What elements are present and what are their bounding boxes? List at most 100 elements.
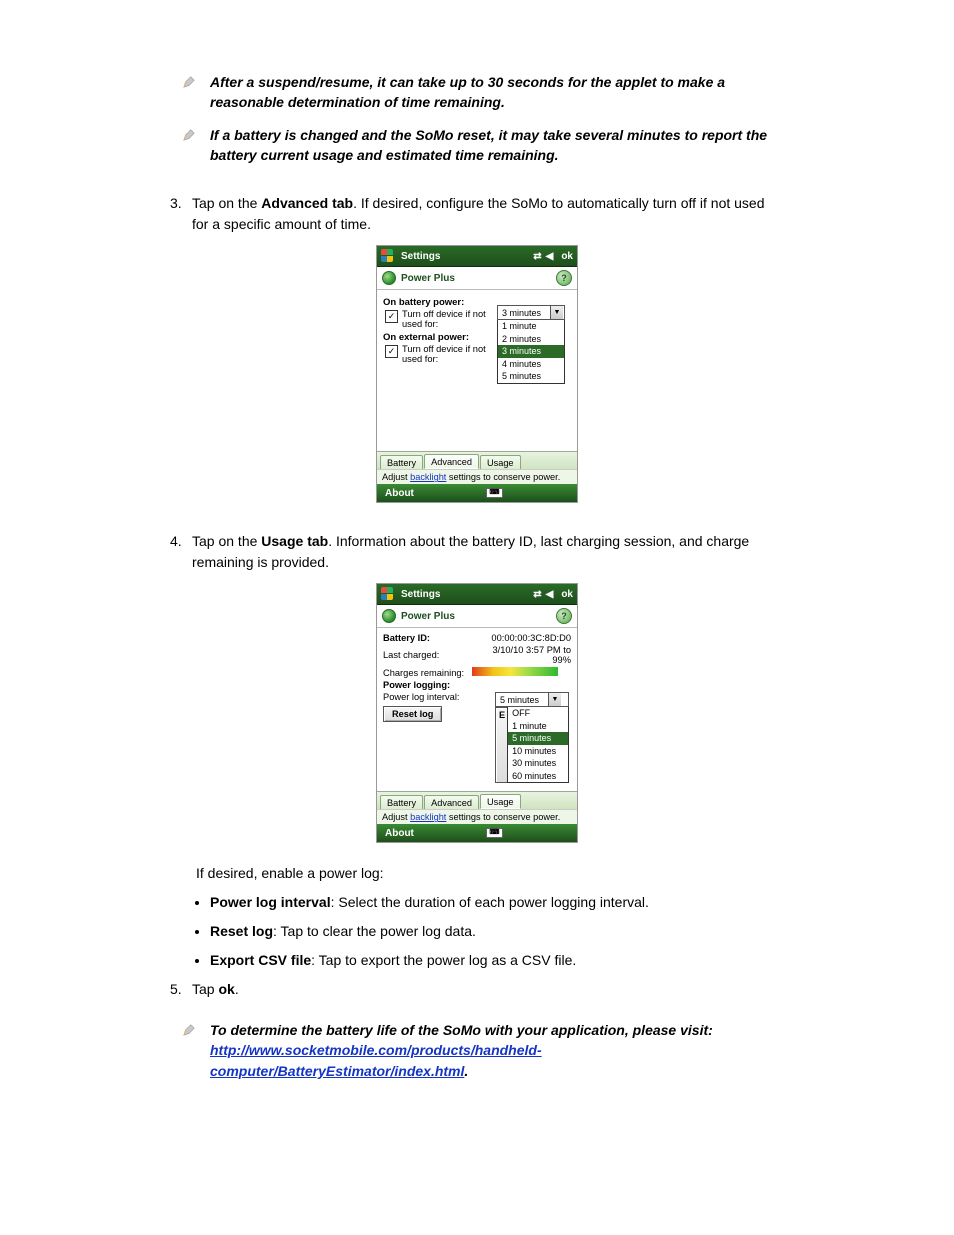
battery-estimator-link[interactable]: http://www.socketmobile.com/products/han… bbox=[210, 1042, 542, 1078]
backlight-link[interactable]: backlight bbox=[410, 472, 446, 482]
step-3: 3. Tap on the Advanced tab. If desired, … bbox=[170, 193, 784, 235]
step-number: 4. bbox=[170, 531, 192, 573]
log-interval-combo[interactable]: 5 minutes ▼ bbox=[495, 692, 569, 707]
power-log-bullets: Power log interval: Select the duration … bbox=[170, 892, 784, 971]
power-log-interval-label: Power log interval: bbox=[383, 692, 489, 702]
dropdown-option[interactable]: 1 minute bbox=[498, 320, 564, 333]
tab-advanced[interactable]: Advanced bbox=[424, 795, 479, 809]
log-interval-dropdown[interactable]: OFF 1 minute 5 minutes 10 minutes 30 min… bbox=[507, 707, 569, 783]
battery-turnoff-label: Turn off device if not used for: bbox=[402, 309, 491, 329]
note-battery-changed: If a battery is changed and the SoMo res… bbox=[182, 125, 784, 166]
tab-battery[interactable]: Battery bbox=[380, 795, 423, 809]
external-turnoff-label: Turn off device if not used for: bbox=[402, 344, 491, 364]
dropdown-option[interactable]: 30 minutes bbox=[508, 757, 568, 770]
app-subheader: Power Plus ? bbox=[377, 605, 577, 628]
dropdown-option[interactable]: 60 minutes bbox=[508, 770, 568, 783]
backlight-link[interactable]: backlight bbox=[410, 812, 446, 822]
tab-battery[interactable]: Battery bbox=[380, 455, 423, 469]
tab-usage[interactable]: Usage bbox=[480, 794, 521, 809]
screenshot-usage: Settings ⇄ ◀ ok Power Plus ? Battery ID:… bbox=[170, 583, 784, 843]
power-log-section: If desired, enable a power log: bbox=[170, 863, 784, 884]
softkey-bar: About ⌨ bbox=[377, 824, 577, 842]
ok-button[interactable]: ok bbox=[561, 251, 573, 262]
dropdown-option[interactable]: 5 minutes bbox=[498, 370, 564, 383]
tab-usage[interactable]: Usage bbox=[480, 455, 521, 469]
advanced-content: On battery power: ✓ Turn off device if n… bbox=[377, 290, 577, 451]
note-text: After a suspend/resume, it can take up t… bbox=[204, 72, 784, 113]
dropdown-option-selected[interactable]: 3 minutes bbox=[498, 345, 564, 358]
pencil-icon bbox=[182, 74, 196, 94]
chevron-down-icon: ▼ bbox=[548, 693, 561, 706]
last-charged-label: Last charged: bbox=[383, 650, 464, 660]
reset-log-button[interactable]: Reset log bbox=[383, 706, 442, 722]
bullet-interval: Power log interval: Select the duration … bbox=[210, 892, 784, 913]
window-title: Settings bbox=[401, 589, 533, 600]
bullet-export: Export CSV file: Tap to export the power… bbox=[210, 950, 784, 971]
power-logging-label: Power logging: bbox=[383, 680, 571, 690]
help-icon[interactable]: ? bbox=[556, 608, 572, 624]
step-number: 5. bbox=[170, 979, 192, 1000]
hint-bar: Adjust backlight settings to conserve po… bbox=[377, 469, 577, 484]
about-softkey[interactable]: About bbox=[385, 488, 414, 499]
tab-advanced[interactable]: Advanced bbox=[424, 454, 479, 469]
battery-id-value: 00:00:00:3C:8D:D0 bbox=[472, 633, 571, 643]
connectivity-icon: ⇄ bbox=[533, 251, 541, 262]
charges-remaining-label: Charges remaining: bbox=[383, 668, 464, 678]
step-body: Tap on the Usage tab. Information about … bbox=[192, 531, 784, 573]
app-name: Power Plus bbox=[401, 611, 455, 622]
ok-button[interactable]: ok bbox=[561, 589, 573, 600]
on-battery-heading: On battery power: bbox=[383, 297, 491, 308]
wm-titlebar: Settings ⇄ ◀ ok bbox=[377, 246, 577, 267]
step-body: Tap on the Advanced tab. If desired, con… bbox=[192, 193, 784, 235]
status-icons: ⇄ ◀ ok bbox=[533, 589, 573, 600]
battery-turnoff-checkbox[interactable]: ✓ bbox=[385, 310, 398, 323]
external-turnoff-checkbox[interactable]: ✓ bbox=[385, 345, 398, 358]
note-text: To determine the battery life of the SoM… bbox=[204, 1020, 784, 1081]
screenshot-advanced: Settings ⇄ ◀ ok Power Plus ? On battery … bbox=[170, 245, 784, 503]
tabs: Battery Advanced Usage bbox=[377, 791, 577, 809]
battery-timeout-combo[interactable]: 3 minutes ▼ bbox=[497, 305, 565, 320]
step-5: 5. Tap ok. bbox=[170, 979, 784, 1000]
softkey-bar: About ⌨ bbox=[377, 484, 577, 502]
battery-id-label: Battery ID: bbox=[383, 633, 464, 643]
dropdown-option[interactable]: 1 minute bbox=[508, 720, 568, 733]
dropdown-option[interactable]: 10 minutes bbox=[508, 745, 568, 758]
pencil-icon bbox=[182, 127, 196, 147]
hint-bar: Adjust backlight settings to conserve po… bbox=[377, 809, 577, 824]
dropdown-option[interactable]: 2 minutes bbox=[498, 333, 564, 346]
dropdown-option-selected[interactable]: 5 minutes bbox=[508, 732, 568, 745]
export-button-peek[interactable]: E bbox=[495, 707, 507, 783]
bullet-reset: Reset log: Tap to clear the power log da… bbox=[210, 921, 784, 942]
usage-content: Battery ID: 00:00:00:3C:8D:D0 Last charg… bbox=[377, 628, 577, 791]
step-4: 4. Tap on the Usage tab. Information abo… bbox=[170, 531, 784, 573]
powerplus-icon bbox=[382, 609, 396, 623]
tabs: Battery Advanced Usage bbox=[377, 451, 577, 469]
connectivity-icon: ⇄ bbox=[533, 589, 541, 600]
power-log-intro: If desired, enable a power log: bbox=[196, 863, 784, 884]
pencil-icon bbox=[182, 1022, 196, 1042]
help-icon[interactable]: ? bbox=[556, 270, 572, 286]
app-subheader: Power Plus ? bbox=[377, 267, 577, 290]
step-number: 3. bbox=[170, 193, 192, 235]
charge-bar bbox=[472, 667, 571, 678]
step-body: Tap ok. bbox=[192, 979, 784, 1000]
wm-titlebar: Settings ⇄ ◀ ok bbox=[377, 584, 577, 605]
keyboard-icon[interactable]: ⌨ bbox=[486, 828, 502, 838]
volume-icon: ◀ bbox=[546, 589, 554, 600]
dropdown-option[interactable]: 4 minutes bbox=[498, 358, 564, 371]
chevron-down-icon: ▼ bbox=[550, 306, 563, 319]
volume-icon: ◀ bbox=[546, 251, 554, 262]
dropdown-option[interactable]: OFF bbox=[508, 707, 568, 720]
windows-flag-icon bbox=[381, 587, 395, 601]
app-name: Power Plus bbox=[401, 273, 455, 284]
windows-flag-icon bbox=[381, 249, 395, 263]
powerplus-icon bbox=[382, 271, 396, 285]
note-text: If a battery is changed and the SoMo res… bbox=[204, 125, 784, 166]
about-softkey[interactable]: About bbox=[385, 828, 414, 839]
status-icons: ⇄ ◀ ok bbox=[533, 251, 573, 262]
last-charged-value: 3/10/10 3:57 PM to 99% bbox=[472, 645, 571, 665]
battery-timeout-dropdown[interactable]: 1 minute 2 minutes 3 minutes 4 minutes 5… bbox=[497, 320, 565, 384]
window-title: Settings bbox=[401, 251, 533, 262]
keyboard-icon[interactable]: ⌨ bbox=[486, 488, 502, 498]
note-suspend-resume: After a suspend/resume, it can take up t… bbox=[182, 72, 784, 113]
